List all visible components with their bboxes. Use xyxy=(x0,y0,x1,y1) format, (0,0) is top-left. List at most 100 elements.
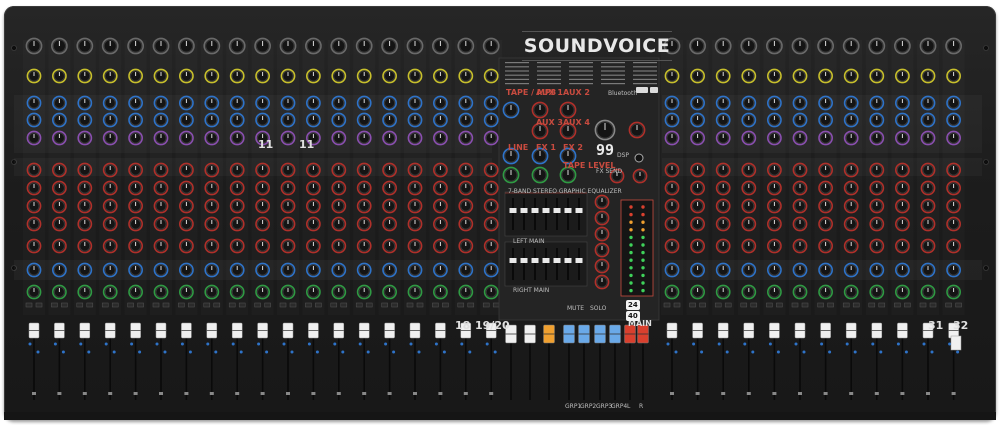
channel-led xyxy=(206,342,210,346)
fx-preset-text xyxy=(537,78,561,80)
mute-button xyxy=(127,302,134,308)
geq-slider-cap xyxy=(509,208,517,213)
solo-button xyxy=(188,302,195,308)
fader-track xyxy=(160,330,162,400)
solo-button xyxy=(852,302,860,308)
geq-slider-cap xyxy=(564,208,572,213)
channel-led xyxy=(442,350,446,354)
geq-slider-track xyxy=(567,198,569,230)
fader-scale-mark xyxy=(798,392,802,395)
fx-preset-text xyxy=(633,74,657,76)
channel-led xyxy=(871,342,875,346)
geq-slider-track xyxy=(534,248,536,280)
channel-led xyxy=(61,350,65,354)
geq-slider-cap xyxy=(542,258,550,263)
channel-led xyxy=(112,350,116,354)
geq-slider-track xyxy=(545,248,547,280)
channel-led xyxy=(434,342,438,346)
bus-badge-bottom: 40 xyxy=(626,311,640,321)
mute-button xyxy=(152,302,160,308)
channel-led xyxy=(163,350,167,354)
channel-led xyxy=(392,350,396,354)
fader-scale-mark xyxy=(311,392,316,395)
meter-led xyxy=(629,228,633,232)
meter-led xyxy=(641,288,645,293)
fader-track xyxy=(824,330,827,400)
solo-button xyxy=(673,302,681,308)
fader-track xyxy=(287,330,289,400)
solo-button xyxy=(264,302,271,308)
mute-button xyxy=(868,302,876,308)
fader-scale-mark xyxy=(438,392,443,395)
geq-slider-track xyxy=(578,198,580,230)
fader-track xyxy=(799,330,801,400)
meter-led xyxy=(641,266,645,270)
geq-slider-track xyxy=(556,198,558,230)
fader-track xyxy=(748,330,750,400)
fx-preset-text xyxy=(601,66,625,68)
channel-led xyxy=(333,342,337,346)
channel-led xyxy=(794,342,798,346)
mute-button xyxy=(305,302,312,308)
grp4-label: GRP4 xyxy=(611,403,628,410)
mount-hole xyxy=(983,265,989,271)
channel-led xyxy=(104,342,108,346)
solo-button xyxy=(467,302,475,308)
fader-track xyxy=(236,330,238,400)
channel-led xyxy=(36,350,40,354)
meter-led xyxy=(641,235,645,240)
channel-led xyxy=(666,342,670,346)
channel-led xyxy=(460,342,464,346)
channel-led xyxy=(341,350,345,354)
channel-led xyxy=(214,350,218,354)
geq-slider-track xyxy=(545,198,547,230)
channel-led xyxy=(845,342,849,346)
channel-number-31: 31 xyxy=(928,319,944,332)
fx-preset-text xyxy=(601,78,625,80)
channel-led xyxy=(828,350,832,354)
fader-scale-mark xyxy=(387,392,392,395)
mute-button xyxy=(76,302,84,308)
fx-preset-text xyxy=(537,74,561,76)
channel-led xyxy=(751,350,755,354)
fx-preset-text xyxy=(537,70,561,72)
solo-button xyxy=(801,302,809,308)
level-meter xyxy=(620,199,654,297)
fader-track xyxy=(109,330,111,400)
geq-slider-cap xyxy=(553,208,561,213)
geq-slider-track xyxy=(534,198,536,230)
geq-slider-cap xyxy=(564,258,572,263)
channel-led xyxy=(307,342,311,346)
solo-button xyxy=(365,302,373,308)
channel-led xyxy=(493,350,497,354)
meter-led xyxy=(641,250,645,255)
geq-slider-track xyxy=(523,198,525,230)
fx-preset-text xyxy=(601,74,625,76)
channel-led xyxy=(802,350,806,354)
channel-led xyxy=(265,350,269,354)
geq-slider-track xyxy=(578,248,580,280)
channel-led xyxy=(700,350,704,354)
channel-led xyxy=(948,342,952,346)
fader-scale-mark xyxy=(489,392,494,395)
fader-scale-mark xyxy=(746,392,751,395)
mute-button xyxy=(740,302,748,308)
fader-scale-mark xyxy=(721,392,726,395)
mute-button xyxy=(228,302,236,308)
fader-track xyxy=(84,330,86,400)
channel-led xyxy=(904,350,908,354)
last-fader-cap xyxy=(950,335,962,351)
mute-button xyxy=(791,302,799,308)
fader-track xyxy=(439,330,442,400)
fx-preset-text xyxy=(505,83,529,85)
fader-scale-mark xyxy=(362,392,367,395)
channel-led xyxy=(231,342,235,346)
solo-button xyxy=(724,302,732,308)
geq-slider-cap xyxy=(509,258,517,263)
channel-led xyxy=(743,342,747,346)
solo-button xyxy=(827,302,834,308)
meter-led xyxy=(629,235,633,240)
fader-track xyxy=(901,330,904,400)
fader-track xyxy=(58,330,61,400)
solo-button xyxy=(776,302,783,308)
